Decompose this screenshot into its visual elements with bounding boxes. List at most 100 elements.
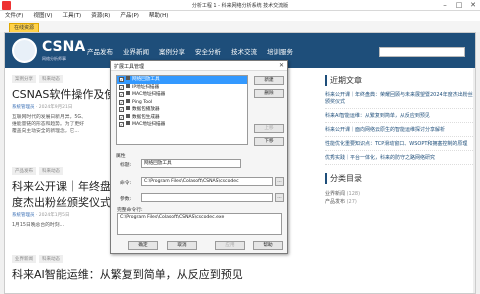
- recent-post-link[interactable]: 性能优化重要知识点：TCP滑动窗口、WSOPT和拥塞控制的原理: [325, 141, 473, 151]
- move-down-button[interactable]: 下移: [254, 137, 284, 146]
- tool-checkbox[interactable]: ✓: [119, 107, 124, 112]
- cmdline-display: C:\Program Files\Colasoft\CSNAS\cscodec.…: [117, 213, 282, 235]
- menu-file[interactable]: 文件(F): [0, 11, 28, 21]
- recent-posts-title: 近期文章: [325, 75, 473, 86]
- nav-link[interactable]: 业界新闻: [123, 46, 149, 56]
- title-label: 标题:: [120, 163, 132, 168]
- tool-icon: [126, 91, 130, 95]
- cancel-button[interactable]: 取消: [167, 241, 197, 250]
- tool-checkbox[interactable]: ✓: [119, 77, 124, 82]
- properties-label: 属性: [116, 154, 126, 159]
- args-browse-button[interactable]: ...: [275, 193, 284, 202]
- category-count: (27): [346, 199, 357, 205]
- maximize-button[interactable]: □: [452, 0, 466, 11]
- command-input[interactable]: C:\Program Files\Colasoft\CSNAS\cscodec: [141, 177, 273, 186]
- recent-post-link[interactable]: 优秀实践｜平台一体化，科来的防守之路网络研究: [325, 155, 473, 165]
- article-title[interactable]: 科来AI智能运维：从繁复到简单，从反应到预见: [12, 266, 312, 282]
- article-author[interactable]: 系统管理员: [12, 105, 35, 110]
- tool-checkbox[interactable]: ✓: [119, 114, 124, 120]
- page-scrollbar[interactable]: [473, 68, 475, 293]
- tool-name: IP地址扫描器: [132, 84, 160, 90]
- new-tool-button[interactable]: 新建: [254, 76, 284, 85]
- nav-link[interactable]: 产品发布: [87, 46, 113, 56]
- article-tag[interactable]: 科来动态: [39, 167, 63, 175]
- categories-title: 分类目录: [325, 173, 473, 184]
- category-name: 业界新闻: [325, 191, 346, 197]
- menu-resources[interactable]: 资源(R): [86, 11, 115, 21]
- tool-list-item[interactable]: ✓ 数据包生成器: [117, 113, 247, 122]
- tab-bar: 在线资源: [0, 21, 480, 32]
- apply-button[interactable]: 应用: [215, 241, 245, 250]
- tool-list-item[interactable]: ✓ MAC地址扫描器: [117, 121, 247, 129]
- tool-list-item[interactable]: ✓ IP地址扫描器: [117, 83, 247, 92]
- nav-link[interactable]: 案例分享: [159, 46, 185, 56]
- tool-icon: [126, 106, 130, 110]
- ok-button[interactable]: 确定: [128, 241, 158, 250]
- cmdline-label: 完整命令行:: [117, 208, 143, 213]
- nav-link[interactable]: 技术交流: [231, 46, 257, 56]
- args-input[interactable]: [141, 193, 273, 202]
- move-up-button[interactable]: 上移: [254, 124, 284, 133]
- menu-help[interactable]: 帮助(H): [144, 11, 173, 21]
- close-window-button[interactable]: ✕: [466, 0, 480, 11]
- tool-list-item[interactable]: ✓ 网络回放工具: [117, 76, 247, 84]
- article-date: 2024年1月5日: [38, 213, 70, 218]
- tool-list: ✓ 网络回放工具 ✓ IP地址扫描器 ✓ MAC地址扫描器 ✓ Ping Tool ✓ 数…: [116, 75, 248, 145]
- tool-name: 数据包播放器: [132, 107, 160, 112]
- site-logo[interactable]: CSNA 网络分析师事: [12, 38, 87, 63]
- tool-list-item[interactable]: ✓ 数据包播放器: [117, 106, 247, 114]
- article-date: 2024年9月21日: [38, 105, 73, 110]
- category-item[interactable]: 业界新闻 (128): [325, 190, 473, 198]
- logo-globe-icon: [12, 38, 37, 63]
- minimize-button[interactable]: –: [438, 0, 452, 11]
- logo-text: CSNA: [42, 39, 86, 55]
- title-input[interactable]: 网络回放工具: [141, 159, 241, 168]
- article-tag[interactable]: 科来动态: [39, 255, 63, 263]
- tool-name: 数据包生成器: [132, 114, 160, 120]
- cmdline-value: C:\Program Files\Colasoft\CSNAS\cscodec.…: [120, 215, 225, 220]
- command-label: 命令:: [120, 181, 132, 186]
- tool-icon: [126, 76, 130, 80]
- tool-checkbox[interactable]: ✓: [119, 92, 124, 97]
- nav-link[interactable]: 培训服务: [267, 46, 293, 56]
- menu-tools[interactable]: 工具(T): [58, 11, 87, 21]
- dialog-close-icon[interactable]: ✕: [279, 62, 284, 69]
- tool-checkbox[interactable]: ✓: [119, 84, 124, 90]
- tool-checkbox[interactable]: ✓: [119, 122, 124, 127]
- article-tag[interactable]: 案例分享: [12, 75, 36, 83]
- tool-list-item[interactable]: ✓ Ping Tool: [117, 98, 247, 107]
- sidebar: 近期文章 科来公开课｜年终盘典：荣耀回顾与未来展望暨2024年度杰出粉丝颁奖仪式…: [325, 75, 473, 206]
- tool-icon: [126, 83, 130, 88]
- menu-bar: 文件(F) 视图(V) 工具(T) 资源(R) 产品(P) 帮助(H): [0, 11, 480, 21]
- category-count: (128): [346, 191, 361, 197]
- category-item[interactable]: 产品发布 (27): [325, 198, 473, 206]
- recent-post-link[interactable]: 科来公开课｜面向网络云原生的智能运维探讨分享解析: [325, 127, 473, 137]
- article-tag[interactable]: 业界新闻: [12, 255, 36, 263]
- tool-name: 网络回放工具: [132, 77, 160, 82]
- dialog-titlebar: 扩展工具管理 ✕: [111, 61, 287, 71]
- help-button[interactable]: 帮助: [253, 241, 283, 250]
- tool-name: Ping Tool: [132, 99, 153, 105]
- tool-name: MAC地址扫描器: [132, 92, 166, 97]
- tab-online-resources[interactable]: 在线资源: [9, 23, 40, 32]
- recent-post-link[interactable]: 科来AI智能运维：从繁复到简单，从反应到预见: [325, 113, 473, 123]
- tool-checkbox[interactable]: ✓: [119, 99, 124, 105]
- site-search-input[interactable]: [379, 47, 465, 57]
- dialog-title: 扩展工具管理: [114, 64, 145, 70]
- logo-subtitle: 网络分析师事: [42, 56, 66, 61]
- menu-products[interactable]: 产品(P): [115, 11, 144, 21]
- article-tag[interactable]: 产品发布: [12, 167, 36, 175]
- nav-link[interactable]: 安全分析: [195, 46, 221, 56]
- tool-icon: [126, 121, 130, 125]
- extension-tools-dialog: 扩展工具管理 ✕ ✓ 网络回放工具 ✓ IP地址扫描器 ✓ MAC地址扫描器 ✓ Pin…: [110, 60, 288, 254]
- tool-name: MAC地址扫描器: [132, 122, 166, 127]
- tool-icon: [126, 98, 130, 103]
- command-browse-button[interactable]: ...: [275, 177, 284, 186]
- title-bar: 分析工程 1 - 科来网络分析系统 技术交流版 – □ ✕: [0, 0, 480, 11]
- recent-post-link[interactable]: 科来公开课｜年终盘典：荣耀回顾与未来展望暨2024年度杰出粉丝颁奖仪式: [325, 92, 473, 109]
- tool-list-item[interactable]: ✓ MAC地址扫描器: [117, 91, 247, 99]
- delete-tool-button[interactable]: 删除: [254, 89, 284, 98]
- article-author[interactable]: 系统管理员: [12, 213, 35, 218]
- menu-view[interactable]: 视图(V): [28, 11, 57, 21]
- article-tag[interactable]: 科来动态: [39, 75, 63, 83]
